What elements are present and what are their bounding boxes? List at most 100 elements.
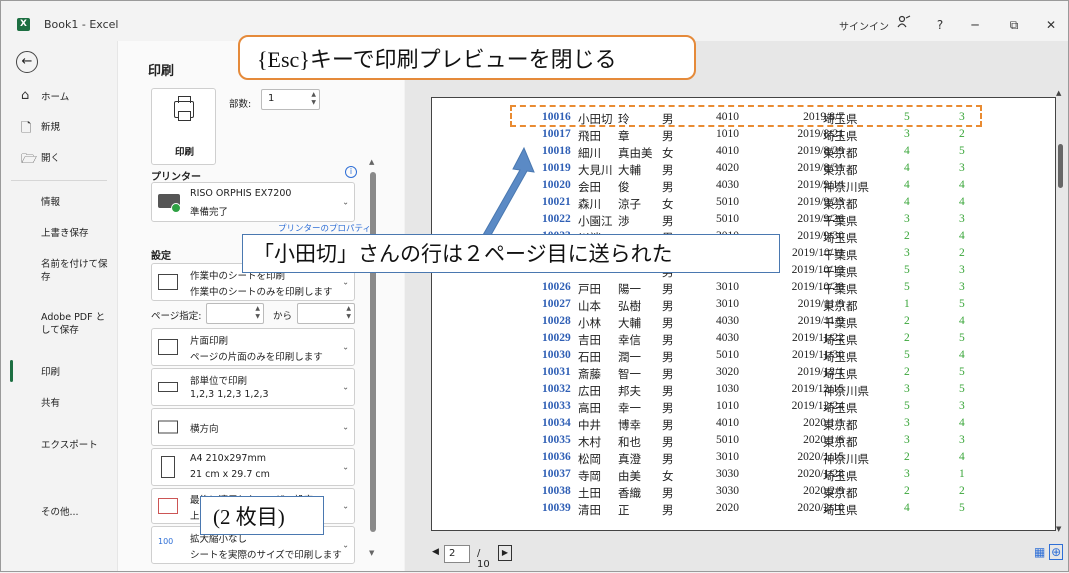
nav-item-home[interactable]: ホーム (41, 91, 69, 104)
table-row: 10021 森川 涼子女 5010 2019/9/23 東京都 4 4 (432, 194, 1057, 211)
cell-employee-id: 10033 (542, 400, 571, 412)
printer-name: RISO ORPHIS EX7200 (190, 188, 292, 199)
cell-score-b: 5 (959, 332, 965, 344)
cell-last-name: 広田 (578, 386, 601, 398)
cell-gender: 男 (662, 369, 674, 381)
close-icon[interactable]: ✕ (1041, 15, 1061, 35)
nav-item-print[interactable]: 印刷 (41, 366, 60, 379)
chevron-down-icon: ⌄ (342, 501, 349, 511)
print-button[interactable]: 印刷 (151, 88, 216, 165)
cell-last-name: 清田 (578, 505, 601, 517)
preview-table: 10016 小田切玲男 4010 2019/8/7 埼玉県 5 3 10017 飛田章男 1010… (432, 109, 1057, 517)
table-row: 10031 斎藤 智一男 3020 2019/12/1 埼玉県 2 5 (432, 364, 1057, 381)
nav-item-open[interactable]: 開く (41, 152, 60, 165)
info-icon[interactable]: i (345, 166, 357, 178)
cell-score-b: 3 (959, 281, 965, 293)
scroll-down-icon[interactable]: ▼ (369, 549, 374, 557)
nav-item-save-pdf[interactable]: Adobe PDF として保存 (41, 311, 111, 337)
people-pen-icon[interactable] (894, 15, 914, 35)
cell-prefecture: 東京都 (823, 420, 858, 432)
table-row: 10026 戸田 陽一男 3010 2019/10/28 千葉県 5 3 (432, 279, 1057, 296)
active-indicator (10, 360, 13, 382)
nav-item-save[interactable]: 上書き保存 (41, 227, 89, 240)
cell-gender: 男 (662, 335, 674, 347)
cell-dept-code: 2020 (716, 502, 739, 514)
cell-score-b: 4 (959, 196, 965, 208)
cell-score-b: 3 (959, 434, 965, 446)
scroll-up-icon[interactable]: ▲ (1056, 89, 1061, 97)
cell-score-a: 3 (904, 247, 910, 259)
preview-view-buttons: ▦ ⊕ (1034, 544, 1064, 560)
help-icon[interactable]: ? (930, 15, 950, 35)
cell-score-a: 5 (904, 349, 910, 361)
scroll-down-icon[interactable]: ▼ (1056, 525, 1061, 533)
pages-from-input[interactable]: ▲ ▼ (206, 303, 264, 324)
minimize-icon[interactable]: ─ (965, 15, 985, 35)
ready-check-icon (171, 203, 181, 213)
table-row: 10034 中井 博幸男 4010 2020/1/1 東京都 3 4 (432, 415, 1057, 432)
cell-score-b: 4 (959, 179, 965, 191)
paper-icon (161, 456, 175, 478)
prev-page-icon[interactable]: ◀ (432, 547, 439, 557)
cell-employee-id: 10026 (542, 281, 571, 293)
zoom-to-page-icon[interactable]: ⊕ (1049, 544, 1064, 560)
cell-dept-code: 3010 (716, 451, 739, 463)
restore-icon[interactable]: ⧉ (1004, 15, 1024, 35)
cell-first-name: 幸一 (618, 403, 641, 415)
window-title: Book1 - Excel (44, 18, 119, 31)
cell-first-name: 渉 (618, 216, 630, 228)
cell-employee-id: 10035 (542, 434, 571, 446)
cell-first-name: 幸信 (618, 335, 641, 347)
preview-scrollbar[interactable]: ▲ ▼ (1056, 89, 1065, 539)
scroll-thumb[interactable] (1058, 144, 1063, 188)
next-page-icon[interactable]: ▶ (498, 545, 512, 561)
pages-to-input[interactable]: ▲ ▼ (297, 303, 355, 324)
collate-dropdown[interactable]: 部単位で印刷 1,2,3 1,2,3 1,2,3 ⌄ (151, 368, 355, 406)
cell-dept-code: 4030 (716, 179, 739, 191)
cell-employee-id: 10037 (542, 468, 571, 480)
cell-first-name: 章 (618, 131, 630, 143)
cell-score-a: 5 (904, 400, 910, 412)
nav-item-new[interactable]: 新規 (41, 121, 60, 134)
cell-gender: 男 (662, 403, 674, 415)
table-row: 10035 木村 和也男 5010 2020/1/6 東京都 3 3 (432, 432, 1057, 449)
cell-employee-id: 10036 (542, 451, 571, 463)
printer-dropdown[interactable]: RISO ORPHIS EX7200 準備完了 ⌄ (151, 182, 355, 222)
nav-item-save-as[interactable]: 名前を付けて保存 (41, 258, 109, 284)
cell-prefecture: 埼玉県 (823, 131, 858, 143)
back-arrow-icon[interactable]: ← (16, 51, 38, 73)
cell-prefecture: 千葉県 (823, 216, 858, 228)
cell-score-a: 2 (904, 451, 910, 463)
cell-gender: 男 (662, 386, 674, 398)
sides-dropdown[interactable]: 片面印刷 ページの片面のみを印刷します ⌄ (151, 328, 355, 366)
home-icon: ⌂ (21, 88, 30, 103)
cell-prefecture: 埼玉県 (823, 471, 858, 483)
cell-last-name: 寺岡 (578, 471, 601, 483)
copies-spinner-icon[interactable]: ▲ ▼ (311, 91, 316, 107)
collate-icon (158, 382, 178, 392)
copies-input[interactable]: 1 ▲ ▼ (261, 89, 320, 110)
scroll-thumb[interactable] (370, 172, 376, 532)
cell-score-b: 4 (959, 451, 965, 463)
paper-size-dropdown[interactable]: A4 210x297mm 21 cm x 29.7 cm ⌄ (151, 448, 355, 486)
nav-item-more[interactable]: その他... (41, 506, 79, 519)
callout-esc: {Esc}キーで印刷プレビューを閉じる (238, 35, 696, 80)
cell-score-b: 5 (959, 502, 965, 514)
current-page-input[interactable]: 2 (444, 545, 470, 563)
nav-item-info[interactable]: 情報 (41, 196, 60, 209)
cell-prefecture: 東京都 (823, 437, 858, 449)
orientation-dropdown[interactable]: 横方向 ⌄ (151, 408, 355, 446)
cell-dept-code: 1010 (716, 400, 739, 412)
nav-item-export[interactable]: エクスポート (41, 439, 98, 452)
table-row: 10017 飛田章男 1010 2019/8/21 埼玉県 3 2 (432, 126, 1057, 143)
setting-description: ページの片面のみを印刷します (190, 352, 323, 363)
nav-item-share[interactable]: 共有 (41, 397, 60, 410)
table-row: 10029 吉田 幸信男 4030 2019/11/22 埼玉県 2 5 (432, 330, 1057, 347)
printer-properties-link[interactable]: プリンターのプロパティ (278, 222, 371, 234)
signin-link[interactable]: サインイン (839, 18, 889, 33)
show-margins-icon[interactable]: ▦ (1034, 545, 1045, 559)
panel-scrollbar[interactable]: ▲ ▼ (369, 158, 376, 557)
scroll-up-icon[interactable]: ▲ (369, 158, 374, 166)
cell-prefecture: 東京都 (823, 488, 858, 500)
cell-prefecture: 埼玉県 (823, 335, 858, 347)
